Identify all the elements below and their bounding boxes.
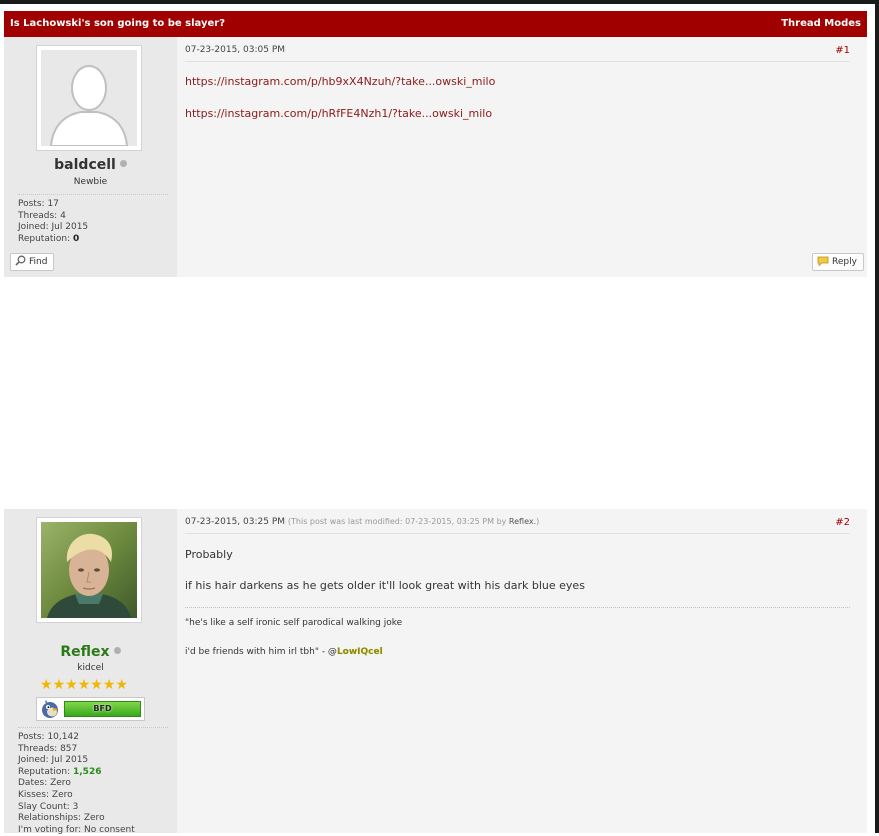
signature-line: "he's like a self ironic self parodical … [185, 618, 403, 628]
stat-joined: Jul 2015 [51, 222, 89, 233]
stat-label: Relationships: [18, 813, 81, 824]
post-meta: 07-23-2015, 03:05 PM #1 [185, 45, 850, 62]
post-number-link[interactable]: #1 [835, 45, 850, 56]
stat-dates: Zero [50, 778, 71, 789]
post-body-line: Probably [185, 548, 233, 561]
stat-label: Posts: [18, 732, 45, 742]
rank-stars: ★★★★★★★ [40, 677, 128, 693]
post-author-panel: baldcell Newbie Posts: 17 Threads: 4 Joi… [4, 37, 177, 277]
stat-joined: Jul 2015 [51, 755, 89, 766]
stat-label: Dates: [18, 778, 48, 789]
stat-voting: No consent [84, 824, 135, 835]
magnifier-icon [15, 255, 26, 266]
avatar[interactable] [36, 517, 142, 623]
offline-status-icon [119, 160, 127, 167]
stat-posts: 10,142 [47, 732, 79, 742]
post-2: Reflex kidcel ★★★★★★★ BFD Posts: 10,142 … [4, 509, 867, 836]
post-link-2[interactable]: https://instagram.com/p/hRfFE4Nzh1/?take… [185, 107, 492, 120]
star-icon: ★ [77, 677, 91, 693]
post-link-1[interactable]: https://instagram.com/p/hb9xX4Nzuh/?take… [185, 75, 495, 88]
stat-kisses: Zero [51, 789, 73, 800]
post-meta: 07-23-2015, 03:25 PM (This post was last… [185, 517, 850, 534]
edit-notice-end: ) [536, 517, 540, 526]
default-avatar-icon [41, 50, 137, 146]
thread-header: Is Lachowski's son going to be slayer? T… [4, 11, 867, 37]
username[interactable]: Reflex [4, 644, 177, 660]
star-icon: ★ [40, 677, 53, 693]
speech-bubble-icon [817, 256, 829, 266]
stat-label: Reputation: [18, 766, 71, 777]
post-number-link[interactable]: #2 [835, 517, 850, 528]
stat-label: Kisses: [18, 789, 50, 800]
stat-label: Reputation: [18, 233, 71, 244]
user-photo-avatar [41, 522, 137, 618]
thread-title: Is Lachowski's son going to be slayer? [10, 18, 225, 29]
rank-badge: BFD [36, 697, 145, 721]
star-icon: ★ [102, 677, 116, 693]
edit-notice: (This post was last modified: 07-23-2015… [288, 517, 539, 526]
signature-text: i'd be friends with him irl tbh" - @ [185, 647, 337, 657]
signature-divider [185, 607, 850, 608]
user-title: kidcel [77, 663, 104, 673]
offline-status-icon [113, 647, 121, 654]
find-button[interactable]: Find [10, 253, 55, 271]
stat-label: Joined: [18, 755, 49, 766]
edit-notice-text: (This post was last modified: 07-23-2015… [287, 517, 507, 526]
stat-label: Posts: [18, 199, 45, 209]
user-stats: Posts: 17 Threads: 4 Joined: Jul 2015 Re… [18, 194, 168, 245]
stat-label: Joined: [18, 222, 49, 233]
stat-posts: 17 [47, 199, 59, 209]
stat-label: Threads: [18, 743, 58, 754]
edit-notice-user[interactable]: Reflex. [509, 517, 536, 526]
find-label: Find [29, 257, 48, 267]
window-top-border [0, 0, 879, 4]
rank-bar: BFD [64, 701, 141, 717]
stat-threads: 4 [60, 210, 66, 221]
user-stats: Posts: 10,142 Threads: 857 Joined: Jul 2… [18, 727, 168, 836]
stat-label: Slay Count: [18, 801, 70, 812]
user-title: Newbie [73, 177, 108, 187]
bird-icon [42, 700, 59, 718]
thread-modes-link[interactable]: Thread Modes [781, 18, 861, 29]
signature-line: i'd be friends with him irl tbh" - @LowI… [185, 647, 383, 657]
post-body-line: if his hair darkens as he gets older it'… [185, 579, 585, 592]
stat-label: I'm voting for: [18, 824, 82, 835]
post-author-panel: Reflex kidcel ★★★★★★★ BFD Posts: 10,142 … [4, 509, 177, 836]
stat-reputation[interactable]: 0 [73, 234, 79, 244]
star-icon: ★ [52, 677, 66, 693]
post-date: 07-23-2015, 03:05 PM [185, 45, 286, 55]
window-right-border [875, 0, 879, 833]
username-text[interactable]: Reflex [60, 644, 109, 660]
stat-slay-count: 3 [72, 801, 79, 812]
post-date: 07-23-2015, 03:25 PM [185, 517, 286, 527]
stat-label: Threads: [18, 210, 58, 221]
rank-label: BFD [93, 704, 112, 713]
username[interactable]: baldcell [4, 157, 177, 173]
reply-label: Reply [832, 257, 857, 267]
user-mention-link[interactable]: LowIQcel [337, 647, 383, 657]
stat-reputation[interactable]: 1,526 [73, 767, 101, 777]
star-icon: ★ [115, 677, 128, 693]
stat-threads: 857 [60, 743, 78, 754]
star-icon: ★ [90, 677, 103, 693]
avatar[interactable] [36, 45, 142, 151]
reply-button[interactable]: Reply [812, 253, 864, 271]
post-1: baldcell Newbie Posts: 17 Threads: 4 Joi… [4, 37, 867, 277]
star-icon: ★ [65, 677, 78, 693]
stat-relationships: Zero [83, 813, 105, 824]
username-text[interactable]: baldcell [54, 157, 116, 173]
